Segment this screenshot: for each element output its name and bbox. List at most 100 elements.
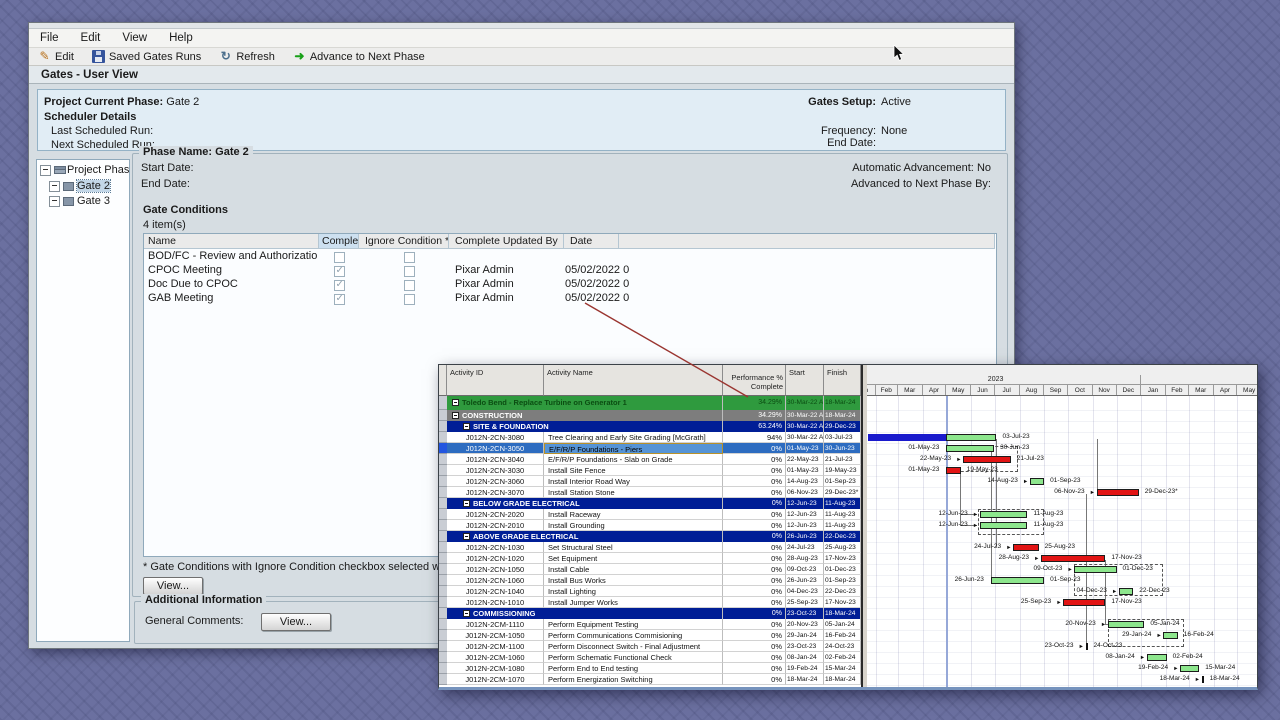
gantt-activity-id[interactable]: J012N-2CN-3060 <box>447 476 544 487</box>
gantt-activity-name[interactable]: Install Station Stone <box>544 487 723 498</box>
row-indicator[interactable] <box>439 641 447 652</box>
gantt-activity-name[interactable]: Perform Communications Commisioning <box>544 630 723 641</box>
gantt-activity-id[interactable]: J012N-2CN-1010 <box>447 597 544 608</box>
gantt-activity-id[interactable]: J012N-2CN-1040 <box>447 586 544 597</box>
gantt-activity-name[interactable]: Install Jumper Works <box>544 597 723 608</box>
toolbar-refresh[interactable]: Refresh <box>210 49 284 65</box>
row-indicator[interactable] <box>439 564 447 575</box>
gantt-activity-name[interactable]: Install Interior Road Way <box>544 476 723 487</box>
gantt-activity-id[interactable]: J012N-2CM-1100 <box>447 641 544 652</box>
gantt-bar-green[interactable] <box>980 522 1028 529</box>
gantt-bar-black[interactable] <box>1086 643 1088 650</box>
gantt-section-row[interactable]: CONSTRUCTION <box>447 410 723 421</box>
gantt-column-header-perf[interactable]: Performance %Complete <box>723 365 786 396</box>
row-indicator[interactable] <box>439 663 447 674</box>
gantt-activity-id[interactable]: J012N-2CN-1020 <box>447 553 544 564</box>
gantt-activity-id[interactable]: J012N-2CN-1050 <box>447 564 544 575</box>
gantt-bar-green[interactable] <box>946 445 994 452</box>
gantt-section-row[interactable]: ABOVE GRADE ELECTRICAL <box>447 531 723 542</box>
collapse-icon[interactable] <box>463 500 470 507</box>
gantt-activity-id[interactable]: J012N-2CM-1060 <box>447 652 544 663</box>
gantt-activity-name[interactable]: E/F/R/P Foundations - Slab on Grade <box>544 454 723 465</box>
gantt-activity-id[interactable]: J012N-2CM-1050 <box>447 630 544 641</box>
gantt-bar-red[interactable] <box>1063 599 1105 606</box>
row-indicator[interactable] <box>439 531 447 542</box>
gantt-bar-black[interactable] <box>1202 676 1204 683</box>
gantt-activity-id[interactable]: J012N-2CN-2020 <box>447 509 544 520</box>
toolbar-edit[interactable]: Edit <box>29 49 83 65</box>
row-indicator[interactable] <box>439 465 447 476</box>
gantt-bar-green[interactable] <box>1074 566 1116 573</box>
row-indicator[interactable] <box>439 520 447 531</box>
gantt-activity-name[interactable]: Perform Schematic Functional Check <box>544 652 723 663</box>
gantt-bar-green[interactable] <box>980 511 1028 518</box>
gantt-activity-name[interactable]: Perform Energization Switching <box>544 674 723 685</box>
gantt-activity-id[interactable]: J012N-2CM-1070 <box>447 674 544 685</box>
gantt-activity-id[interactable]: J012N-2CN-1030 <box>447 542 544 553</box>
row-indicator[interactable] <box>439 674 447 685</box>
gantt-bar-green[interactable] <box>991 577 1044 584</box>
gantt-activity-name[interactable]: Set Equipment <box>544 553 723 564</box>
gantt-bar-green[interactable] <box>946 434 996 441</box>
gantt-activity-id[interactable]: J012N-2CN-3080 <box>447 432 544 443</box>
gantt-activity-name[interactable]: Perform End to End testing <box>544 663 723 674</box>
gantt-activity-name[interactable]: Install Raceway <box>544 509 723 520</box>
gantt-section-row[interactable]: COMMISSIONING <box>447 608 723 619</box>
row-indicator[interactable] <box>439 608 447 619</box>
gantt-activity-name[interactable]: Tree Clearing and Early Site Grading [Mc… <box>544 432 723 443</box>
gantt-bar-green[interactable] <box>1147 654 1167 661</box>
row-indicator[interactable] <box>439 630 447 641</box>
row-indicator[interactable] <box>439 498 447 509</box>
gantt-column-header-id[interactable]: Activity ID <box>447 365 544 396</box>
gantt-activity-name[interactable]: Install Bus Works <box>544 575 723 586</box>
collapse-icon[interactable] <box>463 423 470 430</box>
collapse-icon[interactable] <box>463 610 470 617</box>
menu-edit[interactable]: Edit <box>70 32 112 44</box>
gantt-bar-blue[interactable] <box>868 434 946 441</box>
gantt-column-header-start[interactable]: Start <box>786 365 824 396</box>
menu-help[interactable]: Help <box>158 32 204 44</box>
column-header-complete[interactable]: Complete <box>319 234 359 249</box>
collapse-icon[interactable] <box>49 196 60 207</box>
gantt-activity-id[interactable]: J012N-2CN-3040 <box>447 454 544 465</box>
row-indicator[interactable] <box>439 542 447 553</box>
gantt-activity-name[interactable]: E/F/R/P Foundations - Piers <box>544 443 723 454</box>
gantt-bar-red[interactable] <box>1097 489 1139 496</box>
gantt-bar-green[interactable] <box>1163 632 1177 639</box>
column-header-complete-updated-by[interactable]: Complete Updated By <box>449 234 564 249</box>
gate-condition-row[interactable]: Doc Due to CPOCPixar Admin05/02/2022 0 <box>144 277 996 291</box>
gantt-activity-name[interactable]: Perform Disconnect Switch - Final Adjust… <box>544 641 723 652</box>
gantt-activity-name[interactable]: Perform Equipment Testing <box>544 619 723 630</box>
row-indicator[interactable] <box>439 553 447 564</box>
gantt-bar-green[interactable] <box>1119 588 1133 595</box>
column-header-date[interactable]: Date <box>564 234 619 249</box>
gantt-activity-name[interactable]: Set Structural Steel <box>544 542 723 553</box>
gantt-section-row[interactable]: Toledo Bend - Replace Turbine on Generat… <box>447 396 723 410</box>
gantt-column-header-name[interactable]: Activity Name <box>544 365 723 396</box>
row-indicator[interactable] <box>439 454 447 465</box>
tree-root-project-phases[interactable]: Project Phases <box>40 164 130 176</box>
collapse-icon[interactable] <box>452 399 459 406</box>
gantt-bar-red[interactable] <box>1041 555 1105 562</box>
gantt-activity-name[interactable]: Install Grounding <box>544 520 723 531</box>
row-indicator[interactable] <box>439 575 447 586</box>
gantt-activity-id[interactable]: J012N-2CN-1060 <box>447 575 544 586</box>
gantt-section-row[interactable]: SITE & FOUNDATION <box>447 421 723 432</box>
gantt-activity-name[interactable]: Install Site Fence <box>544 465 723 476</box>
comments-view-button[interactable]: View... <box>261 613 331 631</box>
row-indicator[interactable] <box>439 432 447 443</box>
collapse-icon[interactable] <box>463 533 470 540</box>
gantt-bar-red[interactable] <box>963 456 1011 463</box>
row-indicator[interactable] <box>439 597 447 608</box>
gantt-section-row[interactable]: BELOW GRADE ELECTRICAL <box>447 498 723 509</box>
gate-condition-row[interactable]: GAB MeetingPixar Admin05/02/2022 0 <box>144 291 996 305</box>
collapse-icon[interactable] <box>40 165 51 176</box>
gantt-bar-green[interactable] <box>1030 478 1044 485</box>
collapse-icon[interactable] <box>452 412 459 419</box>
menu-view[interactable]: View <box>111 32 158 44</box>
toolbar-advance-to-next-phase[interactable]: Advance to Next Phase <box>284 49 434 65</box>
row-indicator[interactable] <box>439 487 447 498</box>
menu-file[interactable]: File <box>29 32 70 44</box>
gantt-bar-red[interactable] <box>946 467 960 474</box>
row-indicator[interactable] <box>439 509 447 520</box>
